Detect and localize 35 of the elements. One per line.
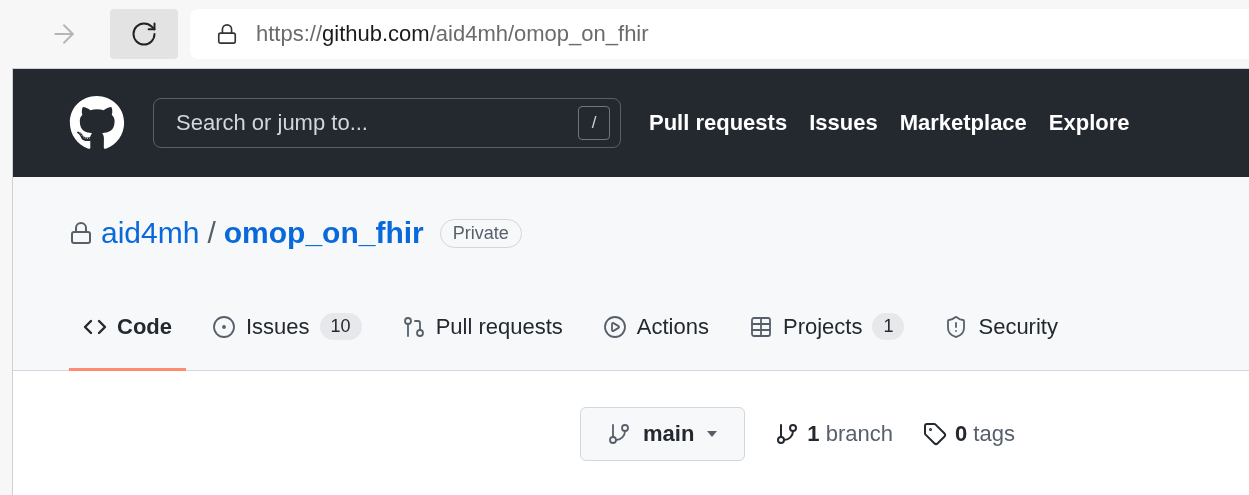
tags-link[interactable]: 0 tags [923, 420, 1015, 447]
lock-icon [216, 23, 238, 45]
caret-icon [706, 429, 719, 438]
repo-tab[interactable]: Pull requests [387, 289, 577, 371]
issue-icon [212, 314, 236, 339]
url-text: https://github.com/aid4mh/omop_on_fhir [256, 21, 649, 47]
play-icon [602, 314, 627, 339]
lock-icon [69, 221, 93, 245]
nav-link[interactable]: Pull requests [649, 110, 788, 136]
search-field[interactable]: Search or jump to... / [153, 98, 621, 148]
counter: 1 [872, 313, 905, 340]
nav-link[interactable]: Explore [1048, 110, 1130, 136]
shortcut-key: / [578, 106, 610, 140]
repo-tab[interactable]: Code [69, 289, 186, 371]
branch-icon [775, 421, 800, 446]
github-logo-icon[interactable] [69, 95, 125, 151]
repo-tab[interactable]: Projects 1 [734, 289, 919, 371]
repo-tab[interactable]: Issues 10 [198, 289, 376, 371]
path-separator: / [207, 216, 216, 250]
address-bar[interactable]: https://github.com/aid4mh/omop_on_fhir [190, 9, 1249, 59]
reload-button[interactable] [110, 9, 178, 59]
repo-name-link[interactable]: omop_on_fhir [223, 216, 424, 250]
owner-link[interactable]: aid4mh [101, 216, 200, 250]
branch-icon [607, 421, 631, 446]
tag-icon [923, 421, 947, 446]
repo-tab[interactable]: Security [930, 289, 1072, 371]
branches-link[interactable]: 1 branch [775, 420, 893, 447]
nav-link[interactable]: Issues [809, 110, 878, 136]
nav-link[interactable]: Marketplace [899, 110, 1027, 136]
table-icon [748, 314, 773, 339]
branch-button[interactable]: main [580, 406, 746, 461]
repo-tab[interactable]: Actions [588, 289, 723, 371]
reload-icon [130, 20, 158, 48]
pull-request-icon [401, 314, 426, 339]
counter: 10 [319, 313, 362, 340]
